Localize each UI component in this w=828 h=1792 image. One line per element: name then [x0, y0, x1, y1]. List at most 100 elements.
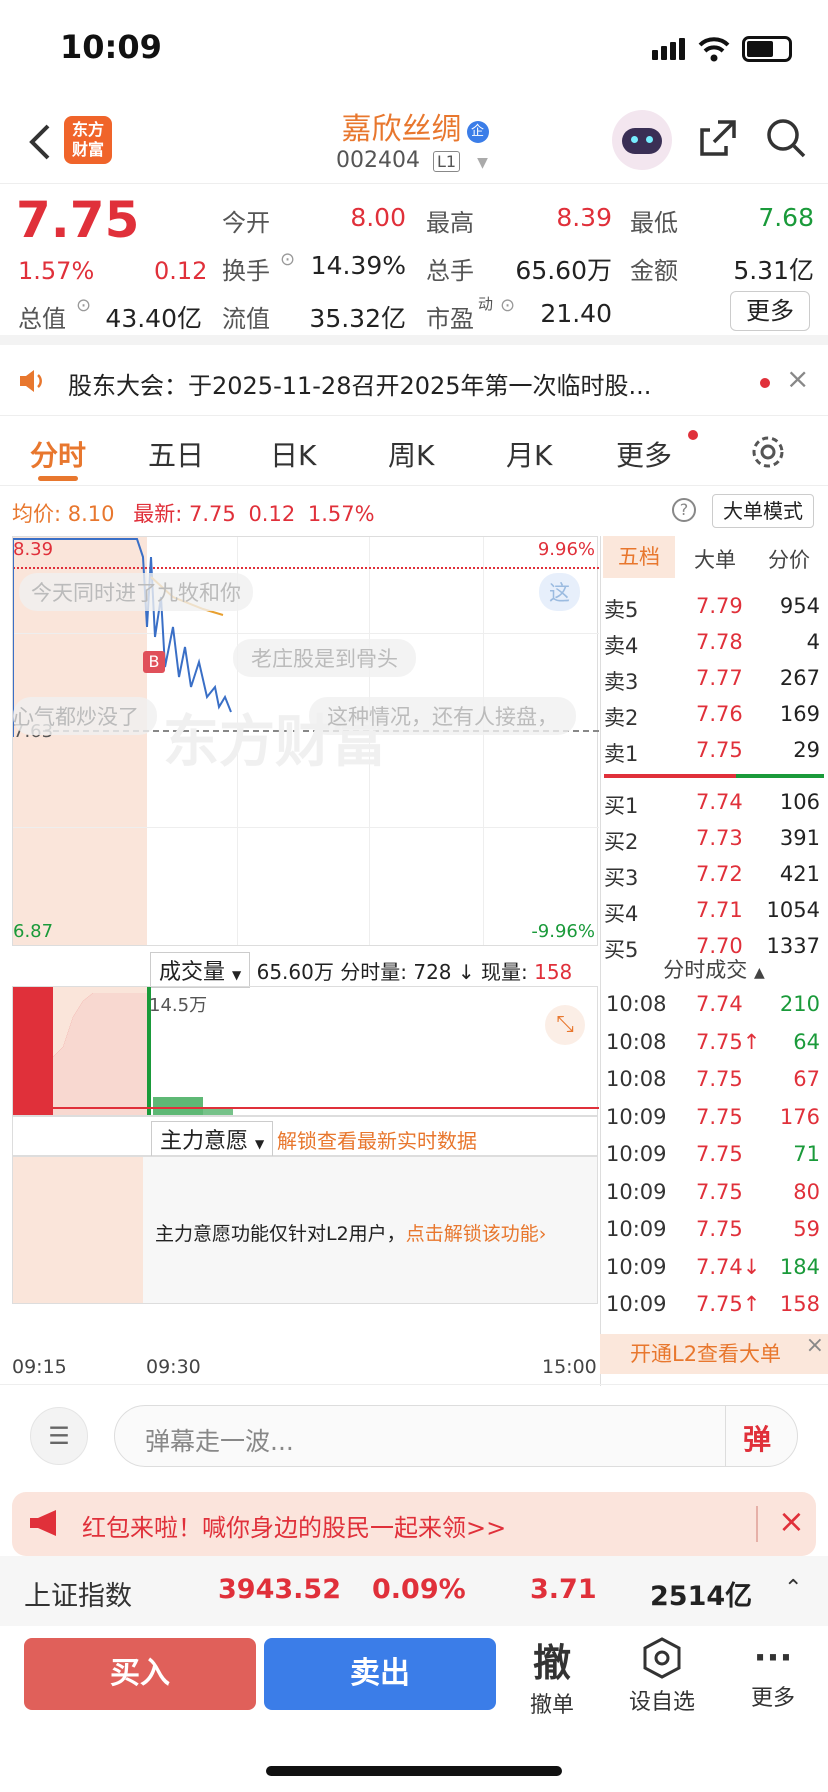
close-icon[interactable]: × [786, 362, 809, 395]
settings-icon[interactable] [750, 434, 786, 470]
change-amt: 0.12 [154, 257, 208, 285]
dropdown-icon[interactable]: ▼ [477, 155, 488, 171]
tab-weekly-k[interactable]: 周K [388, 434, 434, 474]
tab-monthly-k[interactable]: 月K [506, 434, 552, 474]
vol-max-label: 14.5万 [149, 995, 208, 1016]
ob-level-label: 卖5 [604, 598, 639, 622]
ob-level-label: 卖1 [604, 742, 639, 766]
low-value: 7.68 [758, 203, 814, 232]
high-value: 8.39 [556, 203, 612, 232]
level-badge[interactable]: L1 [432, 151, 461, 172]
robot-avatar-icon[interactable] [612, 110, 672, 170]
danmu-input[interactable]: 弹幕走一波... 弹 [114, 1405, 798, 1467]
unlock-link[interactable]: 解锁查看最新实时数据 [277, 1125, 477, 1154]
ob-tab-price[interactable]: 分价 [753, 544, 825, 574]
last-value: 7.75 [188, 502, 236, 526]
sell-button[interactable]: 卖出 [264, 1638, 496, 1710]
bid-row[interactable]: 买1 7.74 106 [604, 784, 824, 820]
change-pct: 1.57% [18, 257, 95, 285]
last-label: 最新: [133, 502, 183, 526]
promo-banner[interactable]: 红包来啦！喊你身边的股民一起来领>> × [12, 1492, 816, 1556]
l2-unlock-link[interactable]: 点击解锁该功能 [406, 1223, 539, 1245]
promo-text: 红包来啦！喊你身边的股民一起来领>> [82, 1514, 507, 1542]
ob-level-label: 买3 [604, 866, 639, 890]
ob-volume: 954 [779, 594, 820, 618]
ob-level-label: 卖2 [604, 706, 639, 730]
share-icon[interactable] [696, 116, 740, 160]
bid-row[interactable]: 买2 7.73 391 [604, 820, 824, 856]
ask-row[interactable]: 卖4 7.78 4 [604, 624, 824, 660]
danmu-item: 老庄股是到骨头 [233, 639, 416, 677]
notice-text: 股东大会：于2025-11-28召开2025年第一次临时股... [68, 372, 652, 400]
ask-row[interactable]: 卖2 7.76 169 [604, 696, 824, 732]
notice-bar[interactable]: 股东大会：于2025-11-28召开2025年第一次临时股... × [0, 346, 828, 416]
cancel-icon: 撤 [532, 1641, 571, 1685]
close-icon[interactable]: × [778, 1502, 805, 1540]
more-actions-button[interactable]: ··· 更多 [736, 1636, 810, 1712]
bid-row[interactable]: 买3 7.72 421 [604, 856, 824, 892]
danmu-item: 今天同时进了九牧和你 [19, 573, 253, 611]
big-order-mode-button[interactable]: 大单模式 [712, 494, 814, 528]
close-icon[interactable]: × [806, 1326, 824, 1366]
add-watchlist-button[interactable]: 设自选 [616, 1636, 708, 1716]
info-icon[interactable]: ⊙ [76, 295, 91, 316]
expand-icon[interactable]: ⤡ [545, 1005, 585, 1045]
tab-more[interactable]: 更多 [616, 434, 672, 474]
help-icon[interactable]: ? [672, 498, 696, 522]
ob-price: 7.79 [696, 594, 743, 618]
vol-period-label: 分时量: [340, 960, 407, 984]
ob-level-label: 买1 [604, 794, 639, 818]
mcap-value: 43.40亿 [105, 304, 202, 333]
search-icon[interactable] [764, 116, 808, 160]
volume-chart[interactable]: 14.5万 ⤡ [12, 986, 599, 1116]
ob-volume: 1054 [766, 898, 820, 922]
tab-intraday[interactable]: 分时 [30, 434, 86, 474]
list-icon[interactable]: ☰ [30, 1407, 88, 1465]
more-button[interactable]: 更多 [730, 291, 810, 331]
speaker-icon [20, 370, 42, 392]
ask-row[interactable]: 卖1 7.75 29 [604, 732, 824, 768]
l2-banner[interactable]: 开通L2查看大单 × [600, 1333, 828, 1374]
bid-row[interactable]: 买5 7.70 1337 [604, 928, 824, 964]
trade-time: 10:09 [606, 1292, 667, 1316]
ob-tab-five[interactable]: 五档 [603, 536, 675, 578]
time-end: 15:00 [542, 1356, 597, 1378]
trade-price: 7.74 [696, 992, 743, 1016]
trade-row: 10:09 7.75 71 [604, 1136, 824, 1174]
ob-price: 7.77 [696, 666, 743, 690]
back-icon[interactable] [24, 122, 54, 162]
ob-price: 7.72 [696, 862, 743, 886]
b-marker[interactable]: B [143, 651, 165, 673]
tab-daily-k[interactable]: 日K [270, 434, 316, 474]
chart-area: 均价: 8.10 最新: 7.75 0.12 1.57% ? 大单模式 东方财富… [0, 486, 828, 1386]
info-icon[interactable]: ⊙ [280, 249, 295, 270]
amount-label: 金额 [630, 257, 678, 285]
ob-price: 7.78 [696, 630, 743, 654]
buy-button[interactable]: 买入 [24, 1638, 256, 1710]
danmu-item: 心气都炒没了 [13, 697, 157, 735]
ask-row[interactable]: 卖3 7.77 267 [604, 660, 824, 696]
cancel-order-button[interactable]: 撤 撤单 [520, 1632, 584, 1719]
index-amount: 2514亿 [650, 1581, 753, 1612]
l2-banner-text: 开通L2查看大单 [630, 1342, 782, 1366]
ask-row[interactable]: 卖5 7.79 954 [604, 588, 824, 624]
index-bar[interactable]: 上证指数 3943.52 0.09% 3.71 2514亿 ⌃ [0, 1556, 828, 1626]
main-intent-select[interactable]: 主力意愿 ▼ [151, 1121, 274, 1157]
ob-tab-big[interactable]: 大单 [679, 544, 751, 574]
trade-volume: 67 [793, 1067, 820, 1091]
tab-five-day[interactable]: 五日 [148, 434, 204, 474]
index-chg: 3.71 [530, 1574, 597, 1605]
chart-tabs: 分时 五日 日K 周K 月K 更多 [0, 416, 828, 486]
danmu-send-button[interactable]: 弹 [743, 1418, 771, 1458]
trade-price: 7.75 [696, 1104, 743, 1129]
price-chart[interactable]: 东方财富 8.39 9.96% 7.63 6.87 -9.96% B 今天同时进… [12, 536, 599, 946]
index-pct: 0.09% [372, 1574, 466, 1605]
float-label: 流值 [222, 305, 270, 333]
volume-value: 65.60万 [515, 256, 612, 285]
trade-volume: 176 [779, 1104, 820, 1129]
bid-row[interactable]: 买4 7.71 1054 [604, 892, 824, 928]
ob-volume: 421 [779, 862, 820, 886]
chevron-up-icon[interactable]: ⌃ [784, 1576, 802, 1601]
volume-select[interactable]: 成交量 ▼ [150, 952, 251, 988]
quote-panel: 7.75 1.57% 0.12 今开 8.00 最高 8.39 最低 7.68 … [0, 185, 828, 345]
